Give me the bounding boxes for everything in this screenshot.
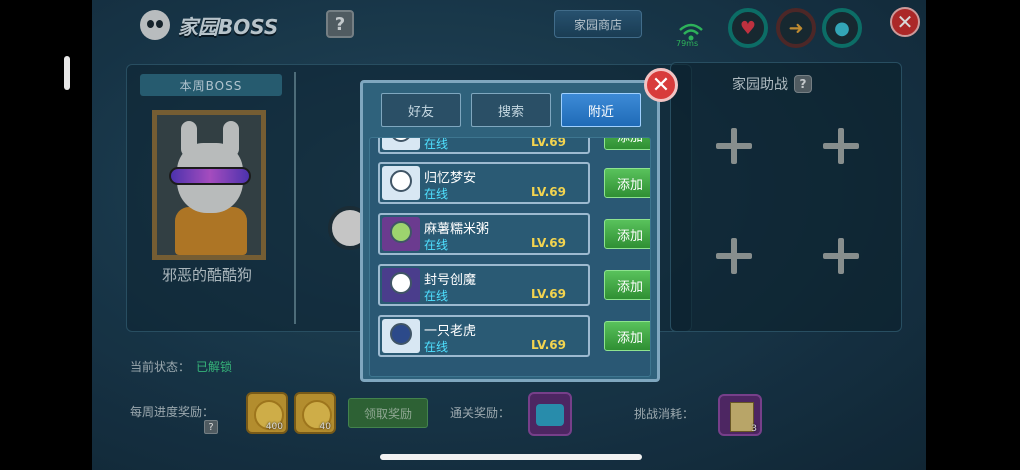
add-friend-button[interactable]: 添加	[604, 219, 650, 249]
add-friend-button[interactable]: 添加	[604, 270, 650, 300]
player-level: LV.69	[531, 137, 566, 149]
tab-friends[interactable]: 好友	[381, 93, 461, 127]
player-level: LV.69	[531, 338, 566, 352]
list-item: 一只老虎 在线 LV.69	[378, 315, 590, 357]
online-status: 在线	[424, 340, 449, 354]
player-name: 一只老虎	[424, 324, 477, 339]
online-status: 在线	[424, 137, 449, 151]
player-level: LV.69	[531, 236, 566, 250]
player-level: LV.69	[531, 185, 566, 199]
side-handle[interactable]	[64, 56, 70, 90]
player-name: 麻薯糯米粥	[424, 222, 490, 237]
avatar	[382, 217, 420, 251]
list-item: 麻薯糯米粥 在线 LV.69	[378, 213, 590, 255]
list-item: 归忆梦安 在线 LV.69	[378, 162, 590, 204]
friend-list[interactable]: 在线 LV.69 添加 归忆梦安 在线 LV.69 添加 麻薯糯米粥 在线 LV…	[369, 137, 651, 377]
online-status: 在线	[424, 238, 449, 252]
close-popup-button[interactable]: ✕	[644, 68, 678, 102]
avatar	[382, 166, 420, 200]
list-item: 封号创魔 在线 LV.69	[378, 264, 590, 306]
add-friend-button[interactable]: 添加	[604, 321, 650, 351]
player-level: LV.69	[531, 287, 566, 301]
tab-search[interactable]: 搜索	[471, 93, 551, 127]
avatar	[382, 138, 420, 150]
home-indicator[interactable]	[380, 454, 642, 460]
add-friend-button[interactable]: 添加	[604, 138, 650, 150]
online-status: 在线	[424, 187, 449, 201]
game-screen: 家园BOSS ? 家园商店 79ms ♥ ➜ ● ✕ 本周BOSS 邪恶的酷酷狗…	[92, 0, 926, 470]
online-status: 在线	[424, 289, 449, 303]
list-item: 在线 LV.69	[378, 137, 590, 154]
tab-nearby[interactable]: 附近	[561, 93, 641, 127]
letterbox-left	[0, 0, 92, 470]
friend-popup: 好友 搜索 附近 在线 LV.69 添加 归忆梦安 在线 LV.69 添加 麻薯…	[360, 80, 660, 382]
player-name: 封号创魔	[424, 273, 477, 288]
letterbox-right	[926, 0, 1020, 470]
player-name: 归忆梦安	[424, 171, 477, 186]
add-friend-button[interactable]: 添加	[604, 168, 650, 198]
popup-tabs: 好友 搜索 附近	[381, 93, 641, 127]
avatar	[382, 268, 420, 302]
avatar	[382, 319, 420, 353]
